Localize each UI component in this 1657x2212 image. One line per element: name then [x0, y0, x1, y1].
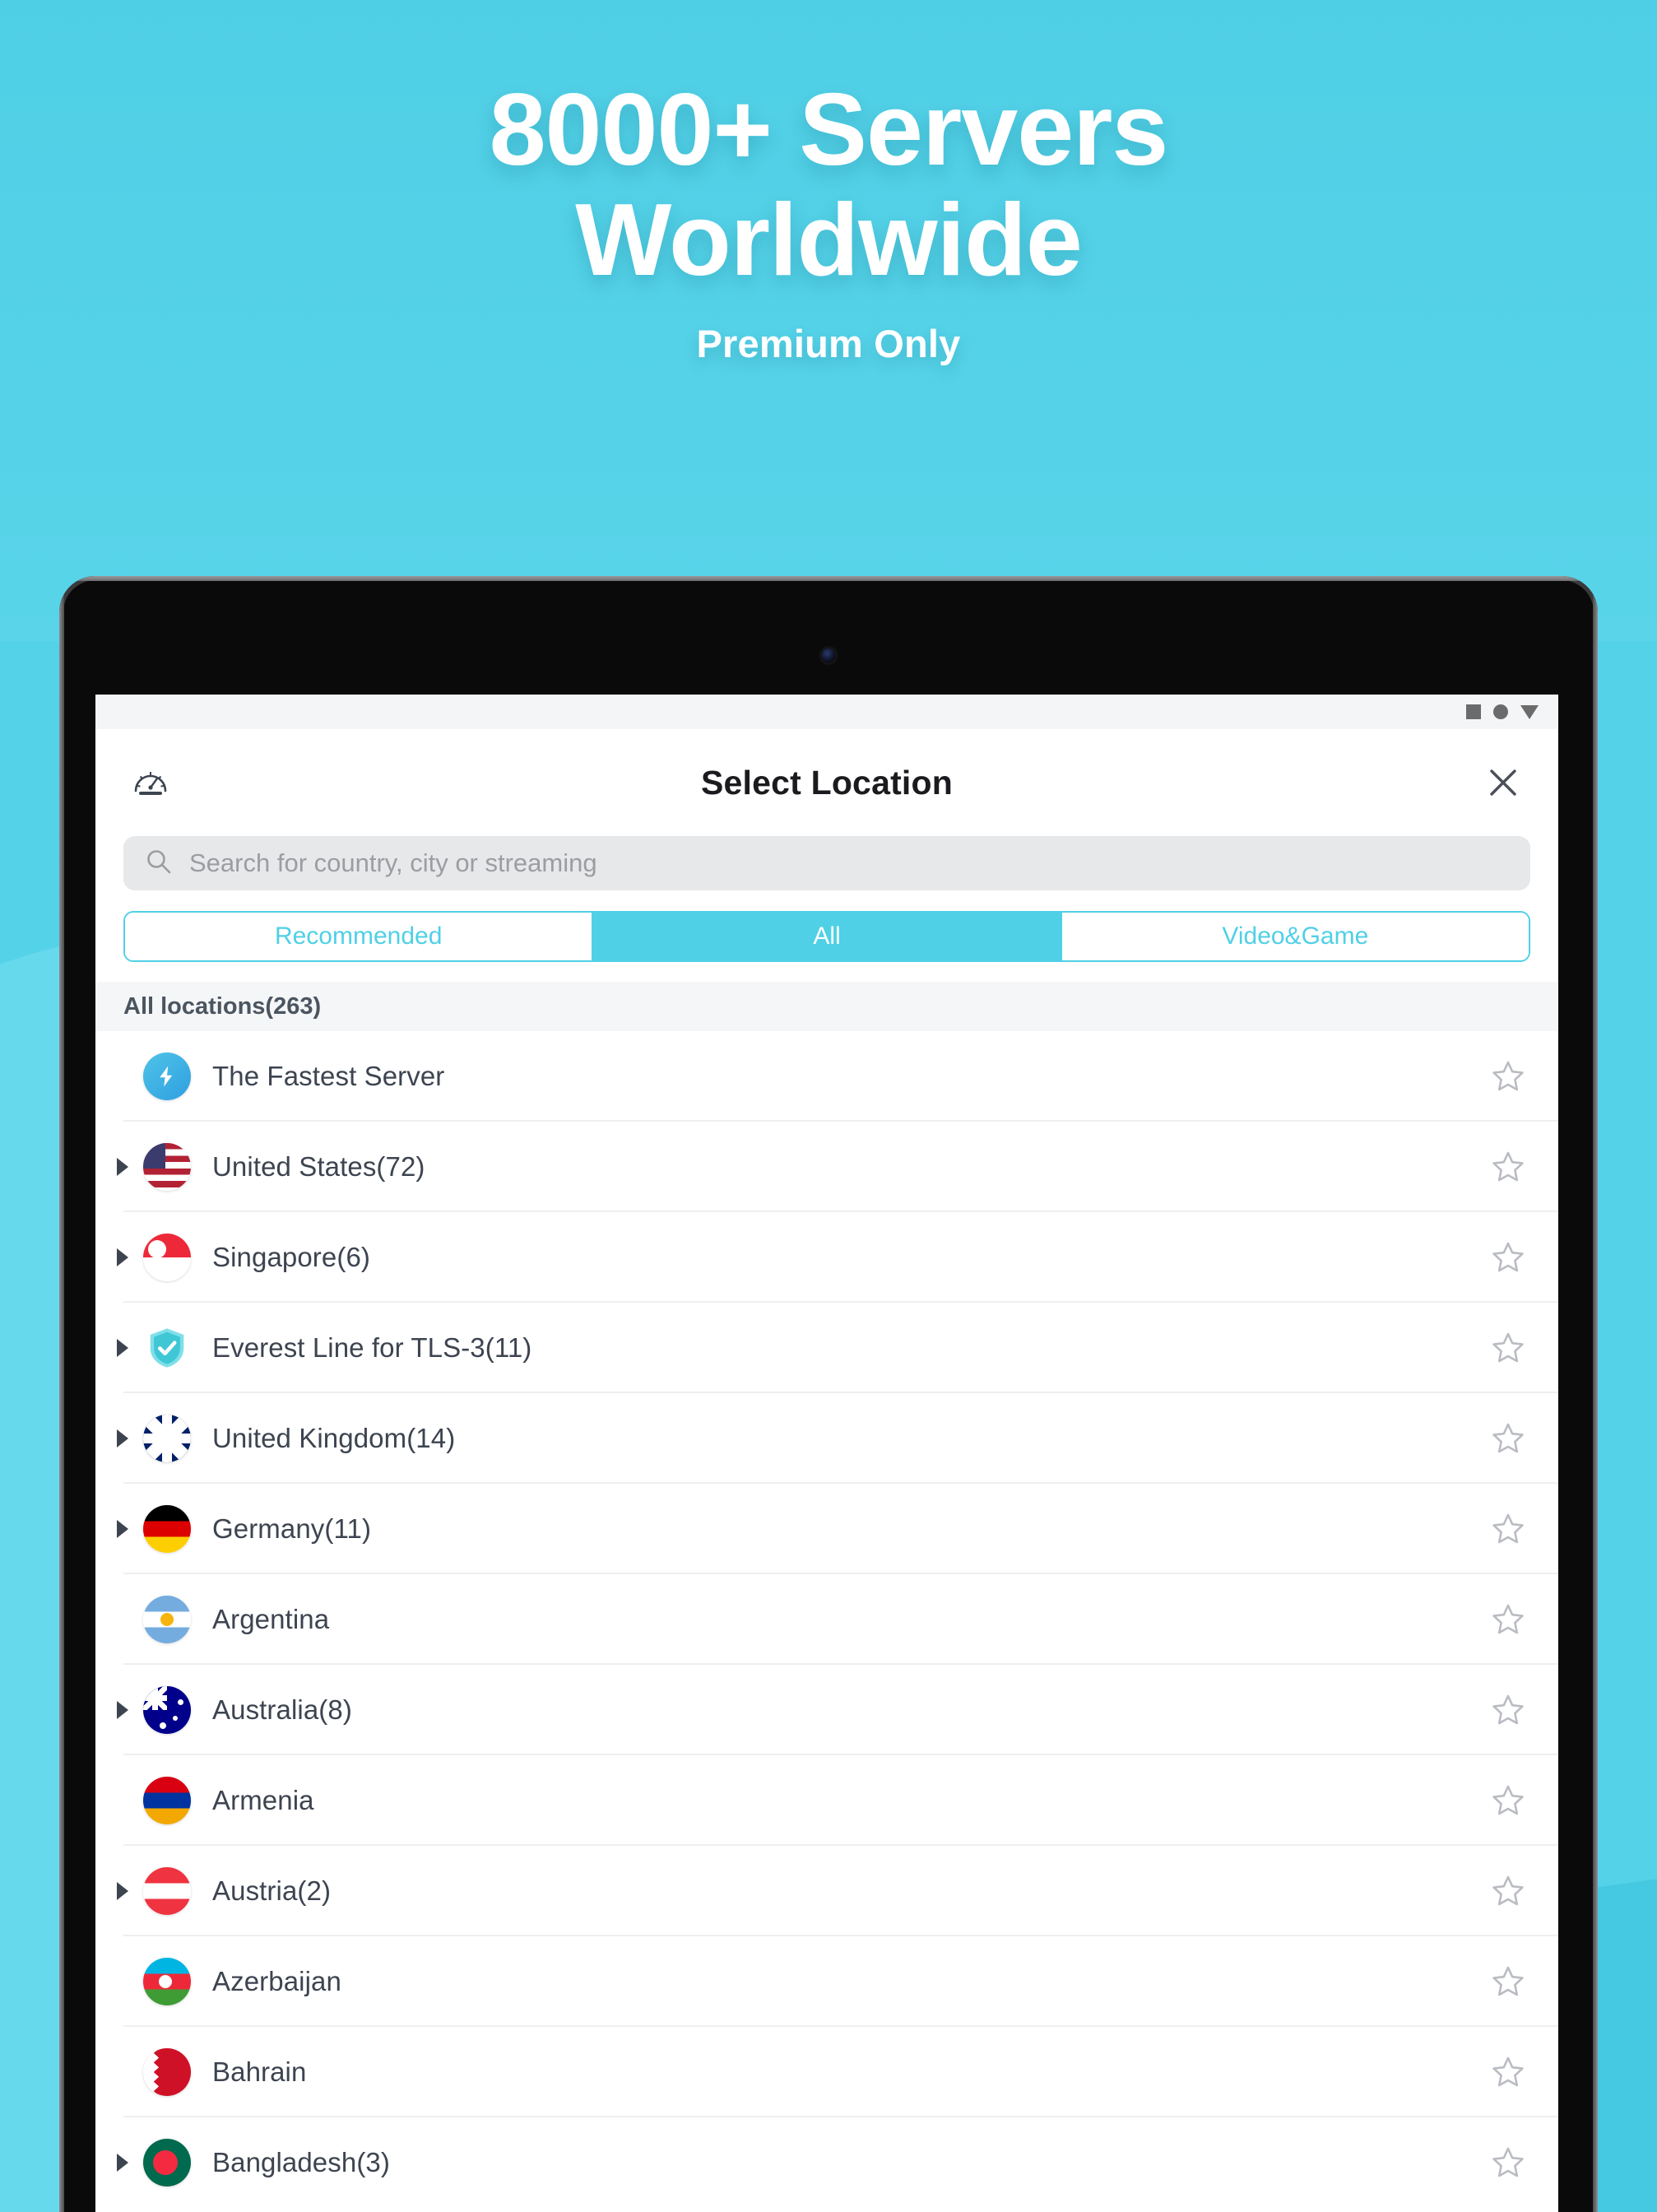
tab-bar: Recommended All Video&Game [123, 911, 1530, 962]
expand-caret-icon[interactable] [110, 1520, 135, 1538]
circle-icon [1493, 704, 1508, 719]
search-icon [145, 848, 173, 880]
list-item-label: Austria(2) [212, 1875, 332, 1906]
star-outline-icon[interactable] [1486, 1145, 1530, 1189]
list-item[interactable]: Bangladesh(3) [95, 2117, 1558, 2208]
lightning-bolt-icon [143, 1053, 191, 1100]
star-outline-icon[interactable] [1486, 1778, 1530, 1823]
tab-video-game[interactable]: Video&Game [1061, 913, 1529, 960]
list-item-label: The Fastest Server [212, 1061, 445, 1091]
list-item[interactable]: The Fastest Server [95, 1031, 1558, 1122]
list-item-label: Bahrain [212, 2056, 307, 2087]
search-input[interactable] [189, 848, 1509, 878]
list-item[interactable]: United Kingdom(14) [95, 1393, 1558, 1484]
section-header-all-locations: All locations(263) [95, 982, 1558, 1031]
list-item[interactable]: Azerbaijan [95, 1936, 1558, 2027]
expand-caret-icon[interactable] [110, 1339, 135, 1357]
list-item[interactable]: United States(72) [95, 1122, 1558, 1212]
list-item[interactable]: Everest Line for TLS-3(11) [95, 1303, 1558, 1393]
flag-uk-icon [143, 1415, 191, 1462]
tabs-section: Recommended All Video&Game [95, 890, 1558, 962]
star-outline-icon[interactable] [1486, 1507, 1530, 1551]
promo-title-line1: 8000+ Servers [489, 73, 1169, 187]
tab-all[interactable]: All [593, 913, 1062, 960]
flag-am-icon [143, 1777, 191, 1824]
promo-subtitle: Premium Only [696, 321, 961, 365]
page-title: Select Location [700, 763, 953, 802]
expand-caret-icon[interactable] [110, 2154, 135, 2172]
search-section [95, 836, 1558, 890]
star-outline-icon[interactable] [1486, 2140, 1530, 2185]
speedometer-icon[interactable] [125, 757, 176, 808]
list-item[interactable]: Armenia [95, 1755, 1558, 1846]
flag-bd-icon [143, 2139, 191, 2186]
location-list: The Fastest Server United States(72) Sin… [95, 1031, 1558, 2208]
expand-caret-icon[interactable] [110, 1158, 135, 1176]
device-edge-left [59, 584, 64, 2212]
tablet-device-frame: Select Location Recommended [59, 576, 1598, 2212]
expand-caret-icon[interactable] [110, 1248, 135, 1266]
promo-title-line2: Worldwide [575, 183, 1083, 297]
star-outline-icon[interactable] [1486, 1235, 1530, 1280]
list-item-label: Argentina [212, 1604, 330, 1634]
device-edge-right [1593, 584, 1598, 2212]
list-item-label: United Kingdom(14) [212, 1423, 456, 1453]
flag-sg-icon [143, 1234, 191, 1281]
star-outline-icon[interactable] [1486, 2050, 1530, 2094]
star-outline-icon[interactable] [1486, 1688, 1530, 1732]
star-outline-icon[interactable] [1486, 1054, 1530, 1099]
star-outline-icon[interactable] [1486, 1597, 1530, 1642]
star-outline-icon[interactable] [1486, 1416, 1530, 1461]
device-bezel-highlight [59, 576, 1598, 581]
list-item-label: Bangladesh(3) [212, 2147, 390, 2177]
expand-caret-icon[interactable] [110, 1882, 135, 1900]
flag-bh-icon [143, 2048, 191, 2096]
expand-caret-icon[interactable] [110, 1701, 135, 1719]
list-item[interactable]: Germany(11) [95, 1484, 1558, 1574]
list-item-label: Azerbaijan [212, 1966, 341, 1996]
flag-au-icon [143, 1686, 191, 1734]
status-bar [95, 695, 1558, 729]
app-screen: Select Location Recommended [95, 695, 1558, 2212]
square-icon [1466, 704, 1481, 719]
flag-az-icon [143, 1958, 191, 2005]
star-outline-icon[interactable] [1486, 1869, 1530, 1913]
star-outline-icon[interactable] [1486, 1959, 1530, 2004]
list-item-label: Armenia [212, 1785, 314, 1815]
list-item-label: Australia(8) [212, 1694, 352, 1725]
star-outline-icon[interactable] [1486, 1326, 1530, 1370]
flag-us-icon [143, 1143, 191, 1191]
shield-check-icon [143, 1324, 191, 1372]
list-item-label: Everest Line for TLS-3(11) [212, 1332, 532, 1363]
triangle-down-icon [1520, 704, 1539, 719]
list-item[interactable]: Argentina [95, 1574, 1558, 1665]
list-item-label: Germany(11) [212, 1513, 372, 1544]
app-header: Select Location [95, 729, 1558, 836]
flag-de-icon [143, 1505, 191, 1553]
search-box[interactable] [123, 836, 1530, 890]
front-camera [821, 648, 836, 662]
list-item[interactable]: Austria(2) [95, 1846, 1558, 1936]
list-item[interactable]: Singapore(6) [95, 1212, 1558, 1303]
list-item[interactable]: Australia(8) [95, 1665, 1558, 1755]
list-item-label: Singapore(6) [212, 1242, 370, 1272]
promo-headline: 8000+ Servers Worldwide Premium Only [0, 0, 1657, 366]
flag-at-icon [143, 1867, 191, 1915]
expand-caret-icon[interactable] [110, 1429, 135, 1448]
close-icon[interactable] [1478, 757, 1529, 808]
flag-ar-icon [143, 1596, 191, 1643]
list-item[interactable]: Bahrain [95, 2027, 1558, 2117]
list-item-label: United States(72) [212, 1151, 425, 1182]
tab-recommended[interactable]: Recommended [125, 913, 594, 960]
